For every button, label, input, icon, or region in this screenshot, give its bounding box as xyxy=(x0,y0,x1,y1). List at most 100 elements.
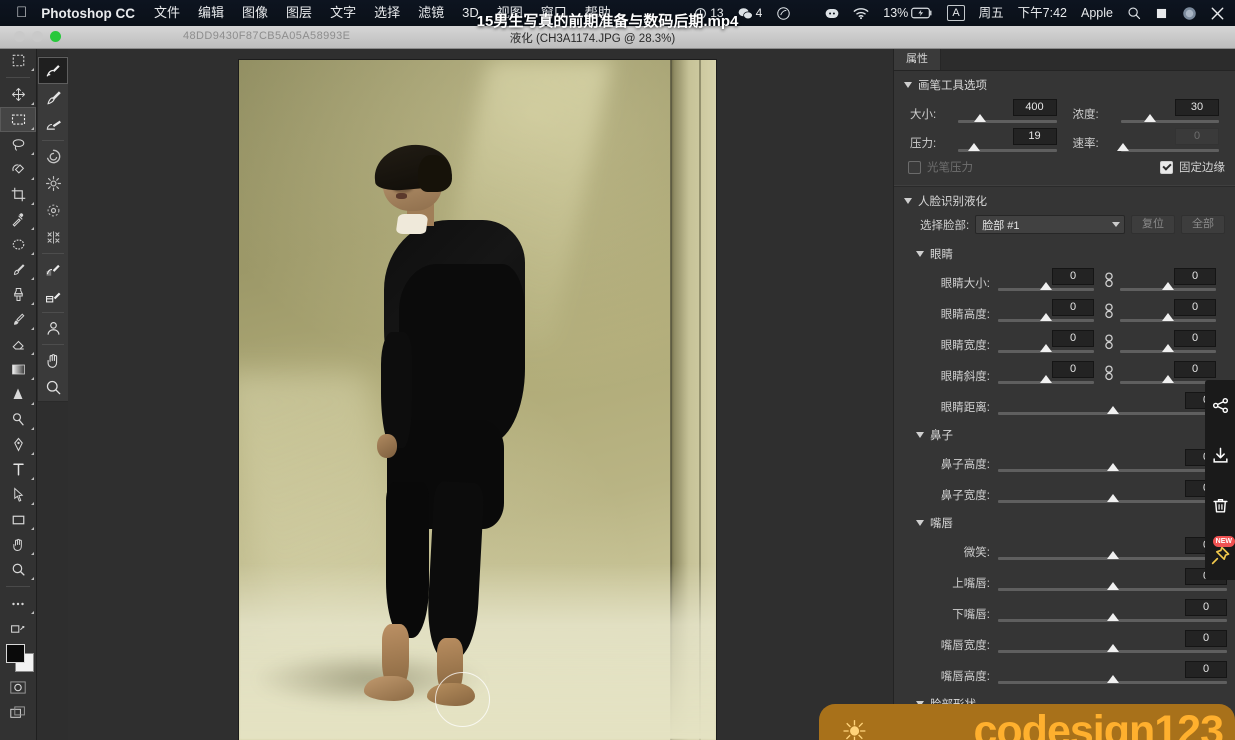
menu-item-select[interactable]: 选择 xyxy=(365,0,409,26)
twirl-clockwise-tool[interactable] xyxy=(38,143,68,170)
lasso-tool[interactable] xyxy=(0,132,36,157)
notifications-status[interactable]: 13 xyxy=(687,0,730,26)
brush-density-slider[interactable] xyxy=(1120,114,1219,123)
dodge-tool[interactable] xyxy=(0,407,36,432)
pin-edges-checkbox[interactable]: 固定边缘 xyxy=(1160,159,1225,175)
disclosure-triangle-icon[interactable] xyxy=(916,520,924,526)
move-tool[interactable] xyxy=(0,82,36,107)
menu-app-name[interactable]: Photoshop CC xyxy=(37,6,145,21)
eyes-group-header[interactable]: 眼睛 xyxy=(894,240,1235,266)
smooth-tool[interactable] xyxy=(38,111,68,138)
disclosure-triangle-icon[interactable] xyxy=(904,198,912,204)
siri-icon[interactable] xyxy=(1175,6,1204,21)
disclosure-triangle-icon[interactable] xyxy=(904,82,912,88)
push-left-tool[interactable] xyxy=(38,224,68,251)
menu-item-edit[interactable]: 编辑 xyxy=(189,0,233,26)
nose-height-slider[interactable] xyxy=(998,463,1227,472)
tab-properties[interactable]: 属性 xyxy=(894,49,941,70)
wifi-status[interactable] xyxy=(846,7,876,20)
blur-tool[interactable] xyxy=(0,382,36,407)
chevron-down-icon[interactable] xyxy=(1112,222,1120,227)
menu-item-view[interactable]: 视图 xyxy=(488,0,532,26)
spotlight-search-icon[interactable] xyxy=(1120,6,1148,20)
clock-time[interactable]: 下午7:42 xyxy=(1011,0,1074,26)
eye-width-left-slider[interactable] xyxy=(998,344,1094,353)
artboard-tool[interactable] xyxy=(0,48,36,73)
type-tool[interactable] xyxy=(0,457,36,482)
eye-size-left-slider[interactable] xyxy=(998,282,1094,291)
pin-edges-check-icon[interactable] xyxy=(1160,160,1173,174)
eye-height-right-slider[interactable] xyxy=(1120,313,1216,322)
control-center-icon[interactable] xyxy=(1148,7,1175,20)
brush-size-slider[interactable] xyxy=(958,114,1057,123)
menu-item-type[interactable]: 文字 xyxy=(321,0,365,26)
mouth-width-slider[interactable] xyxy=(998,644,1227,653)
menu-item-file[interactable]: 文件 xyxy=(145,0,189,26)
screen-mode-tool[interactable] xyxy=(0,616,36,641)
fullscreen-toggle-icon[interactable] xyxy=(1204,7,1231,20)
zoom-tool[interactable] xyxy=(38,374,68,401)
creative-cloud-status[interactable] xyxy=(769,6,798,21)
menu-item-layer[interactable]: 图层 xyxy=(277,0,321,26)
eye-tilt-right-value[interactable]: 0 xyxy=(1174,361,1216,378)
brush-rate-slider[interactable] xyxy=(1117,143,1219,152)
rectangle-shape-tool[interactable] xyxy=(0,507,36,532)
face-select-dropdown[interactable]: 脸部 #1 xyxy=(975,215,1125,234)
clock-day[interactable]: 周五 xyxy=(972,0,1011,26)
nose-width-slider[interactable] xyxy=(998,494,1227,503)
eye-tilt-left-slider[interactable] xyxy=(998,375,1094,384)
download-button[interactable] xyxy=(1205,430,1235,480)
pen-pressure-box-icon[interactable] xyxy=(908,160,921,174)
bluetooth-or-display-status[interactable] xyxy=(818,8,846,19)
pucker-tool[interactable] xyxy=(38,170,68,197)
eye-width-right-slider[interactable] xyxy=(1120,344,1216,353)
brush-rate-value[interactable]: 0 xyxy=(1175,128,1219,145)
menu-item-3d[interactable]: 3D xyxy=(453,0,488,26)
pen-pressure-checkbox[interactable]: 光笔压力 xyxy=(908,159,973,175)
upper-lip-slider[interactable] xyxy=(998,582,1227,591)
wechat-status[interactable]: 4 xyxy=(731,0,770,26)
menu-item-window[interactable]: 窗口 xyxy=(532,0,576,26)
battery-status[interactable]: 13% xyxy=(876,0,940,26)
eye-size-right-slider[interactable] xyxy=(1120,282,1216,291)
link-eyes-icon[interactable] xyxy=(1100,359,1118,381)
link-eyes-icon[interactable] xyxy=(1100,328,1118,350)
share-button[interactable] xyxy=(1205,380,1235,430)
eye-height-left-slider[interactable] xyxy=(998,313,1094,322)
lower-lip-slider[interactable] xyxy=(998,613,1227,622)
eye-width-right-value[interactable]: 0 xyxy=(1174,330,1216,347)
color-swatches[interactable] xyxy=(0,641,36,675)
crop-tool[interactable] xyxy=(0,182,36,207)
document-image[interactable] xyxy=(239,60,716,740)
eye-distance-slider[interactable] xyxy=(998,406,1227,415)
path-selection-tool[interactable] xyxy=(0,482,36,507)
menu-item-image[interactable]: 图像 xyxy=(233,0,277,26)
thaw-mask-tool[interactable] xyxy=(38,283,68,310)
input-source-status[interactable]: A xyxy=(940,5,971,21)
account-name[interactable]: Apple xyxy=(1074,0,1120,26)
zoom-tool[interactable] xyxy=(0,557,36,582)
eye-height-right-value[interactable]: 0 xyxy=(1174,299,1216,316)
disclosure-triangle-icon[interactable] xyxy=(916,251,924,257)
eraser-tool[interactable] xyxy=(0,332,36,357)
brush-pressure-value[interactable]: 19 xyxy=(1012,128,1057,145)
brush-options-header[interactable]: 画笔工具选项 xyxy=(894,71,1235,97)
eye-height-left-value[interactable]: 0 xyxy=(1052,299,1094,316)
freeze-mask-tool[interactable] xyxy=(38,256,68,283)
quick-selection-tool[interactable] xyxy=(0,157,36,182)
lower-lip-value[interactable]: 0 xyxy=(1185,599,1227,616)
nose-group-header[interactable]: 鼻子 xyxy=(894,421,1235,447)
bloat-tool[interactable] xyxy=(38,197,68,224)
gradient-tool[interactable] xyxy=(0,357,36,382)
reset-face-button[interactable]: 复位 xyxy=(1131,215,1175,234)
menu-item-filter[interactable]: 滤镜 xyxy=(409,0,453,26)
face-aware-header[interactable]: 人脸识别液化 xyxy=(894,187,1235,213)
brush-density-value[interactable]: 30 xyxy=(1175,99,1219,116)
clone-stamp-tool[interactable] xyxy=(0,282,36,307)
reconstruct-tool[interactable] xyxy=(38,84,68,111)
quick-mask-toggle[interactable] xyxy=(0,675,36,700)
pen-tool[interactable] xyxy=(0,432,36,457)
screen-mode-cycle[interactable] xyxy=(0,700,36,725)
healing-brush-tool[interactable] xyxy=(0,232,36,257)
eye-width-left-value[interactable]: 0 xyxy=(1052,330,1094,347)
